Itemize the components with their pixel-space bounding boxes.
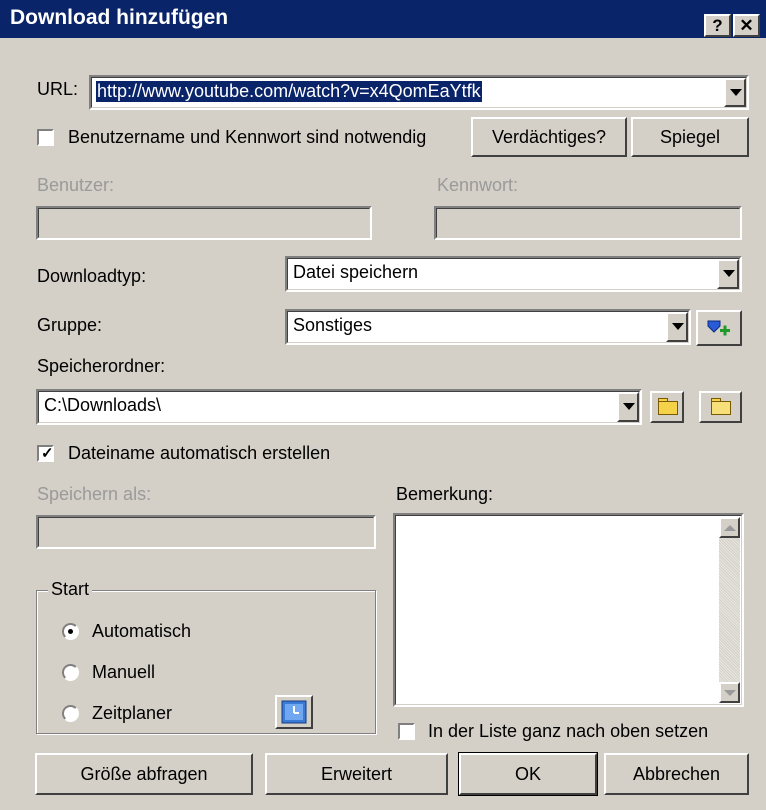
download-type-select[interactable]: Datei speichern (285, 256, 742, 292)
checkmark-icon: ✓ (41, 445, 54, 462)
save-as-label: Speichern als: (37, 484, 152, 504)
password-label: Kennwort: (437, 175, 519, 195)
remark-scrollbar[interactable] (719, 517, 740, 703)
password-input[interactable] (434, 206, 742, 240)
scroll-down-button[interactable] (719, 682, 740, 703)
scroll-up-button[interactable] (719, 517, 740, 538)
group-value: Sonstiges (293, 315, 373, 335)
user-input[interactable] (36, 206, 372, 240)
radio-manual-label: Manuell (92, 662, 156, 682)
calendar-icon (281, 700, 307, 724)
add-group-icon (707, 320, 730, 336)
help-button[interactable]: ? (704, 14, 731, 37)
chevron-down-icon (730, 89, 742, 96)
download-type-label: Downloadtyp: (37, 266, 147, 286)
url-dropdown-button[interactable] (724, 78, 746, 107)
top-of-list-label: In der Liste ganz nach oben setzen (428, 721, 709, 741)
radio-manual[interactable] (62, 664, 79, 681)
url-label: URL: (37, 79, 79, 99)
chevron-down-icon (723, 270, 735, 277)
radio-automatic[interactable] (62, 623, 79, 640)
download-type-value: Datei speichern (293, 262, 419, 282)
chevron-down-icon (672, 323, 684, 330)
user-label: Benutzer: (37, 175, 115, 195)
cancel-button[interactable]: Abbrechen (604, 753, 749, 795)
radio-automatic-label: Automatisch (92, 621, 192, 641)
start-legend: Start (48, 579, 93, 600)
close-button[interactable]: ✕ (733, 14, 760, 37)
advanced-button[interactable]: Erweitert (265, 753, 448, 795)
scheduler-button[interactable] (275, 695, 313, 729)
radio-scheduler[interactable] (62, 705, 79, 722)
save-folder-dropdown-button[interactable] (617, 392, 639, 422)
group-label: Gruppe: (37, 315, 103, 335)
open-folder-button[interactable] (699, 391, 742, 423)
group-dropdown-button[interactable] (666, 312, 688, 342)
mirror-button[interactable]: Spiegel (631, 117, 749, 157)
url-input[interactable]: http://www.youtube.com/watch?v=x4QomEaYt… (96, 81, 482, 102)
auth-checkbox-label: Benutzername und Kennwort sind notwendig (68, 127, 427, 147)
auto-filename-label: Dateiname automatisch erstellen (68, 443, 331, 463)
save-folder-combo[interactable]: C:\Downloads\ (36, 389, 642, 425)
scroll-down-icon (724, 690, 736, 696)
save-folder-value[interactable]: C:\Downloads\ (44, 395, 161, 416)
ok-button[interactable]: OK (458, 752, 598, 796)
scroll-up-icon (724, 525, 736, 531)
radio-scheduler-label: Zeitplaner (92, 703, 173, 723)
chevron-down-icon (623, 403, 635, 410)
download-type-dropdown-button[interactable] (717, 259, 739, 289)
url-combo[interactable]: http://www.youtube.com/watch?v=x4QomEaYt… (89, 75, 749, 110)
browse-folder-button[interactable] (650, 391, 684, 423)
remark-label: Bemerkung: (396, 484, 494, 504)
auth-checkbox[interactable] (37, 129, 54, 146)
start-groupbox (36, 590, 376, 734)
window-title: Download hinzufügen (10, 6, 229, 29)
close-icon: ✕ (739, 16, 754, 35)
remark-textarea[interactable] (393, 513, 744, 707)
group-select[interactable]: Sonstiges (285, 309, 691, 345)
add-group-button[interactable] (696, 310, 742, 346)
save-as-input[interactable] (36, 515, 376, 549)
query-size-button[interactable]: Größe abfragen (35, 753, 253, 795)
suspicious-button[interactable]: Verdächtiges? (471, 117, 627, 157)
save-folder-label: Speicherordner: (37, 356, 166, 376)
top-of-list-checkbox[interactable] (398, 723, 415, 740)
auto-filename-checkbox[interactable]: ✓ (37, 445, 54, 462)
